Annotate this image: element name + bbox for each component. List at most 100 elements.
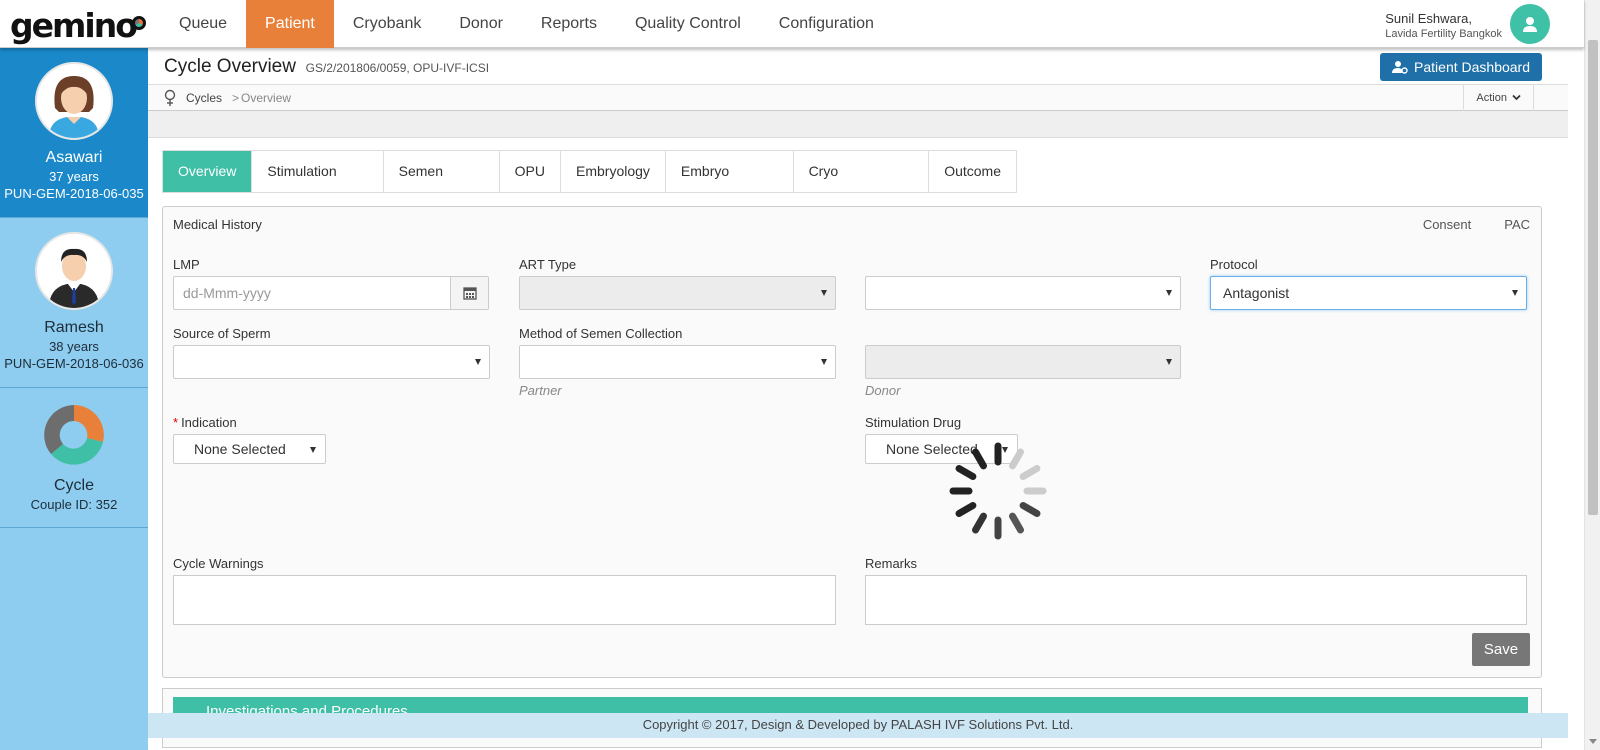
source-sperm-field: Source of Sperm bbox=[173, 326, 490, 379]
tab-embryology[interactable]: Embryology bbox=[561, 151, 666, 192]
consent-link[interactable]: Consent bbox=[1401, 217, 1482, 232]
source-sperm-select[interactable] bbox=[173, 345, 490, 379]
calendar-button[interactable] bbox=[450, 277, 488, 309]
action-dropdown[interactable]: Action bbox=[1463, 85, 1534, 111]
donor-method-select[interactable] bbox=[865, 345, 1181, 379]
medical-history-panel: Medical History Consent PAC LMP dd-Mmm-y… bbox=[162, 206, 1542, 678]
user-info[interactable]: Sunil Eshwara, Lavida Fertility Bangkok bbox=[1385, 11, 1502, 40]
page-scrollbar[interactable] bbox=[1584, 0, 1600, 750]
indication-multiselect[interactable]: None Selected bbox=[173, 434, 326, 464]
chevron-down-icon bbox=[1166, 359, 1172, 365]
chevron-down-icon bbox=[1166, 290, 1172, 296]
chevron-down-icon bbox=[821, 359, 827, 365]
lmp-placeholder: dd-Mmm-yyyy bbox=[183, 285, 271, 301]
user-avatar[interactable] bbox=[1510, 4, 1550, 44]
indication-value: None Selected bbox=[194, 441, 286, 457]
patient-sidebar: Asawari 37 years PUN-GEM-2018-06-035 Ram… bbox=[0, 48, 148, 750]
user-icon bbox=[1523, 17, 1537, 32]
stim-drug-field: Stimulation Drug None Selected bbox=[865, 415, 1018, 464]
action-label: Action bbox=[1476, 92, 1507, 104]
art-type-label: ART Type bbox=[519, 257, 577, 272]
nav-queue[interactable]: Queue bbox=[160, 0, 246, 48]
protocol-value: Antagonist bbox=[1223, 285, 1290, 301]
protocol-select[interactable]: Antagonist bbox=[1210, 276, 1527, 310]
indication-field: * Indication None Selected bbox=[173, 415, 326, 464]
panel-links: Consent PAC bbox=[1401, 217, 1541, 232]
pac-link[interactable]: PAC bbox=[1482, 217, 1541, 232]
save-button[interactable]: Save bbox=[1472, 633, 1530, 666]
cycle-warnings-textarea[interactable] bbox=[173, 575, 836, 625]
tab-semen-details[interactable]: Semen Details bbox=[384, 151, 500, 220]
tab-stimulation-chart[interactable]: Stimulation Chart bbox=[252, 151, 384, 220]
required-marker: * bbox=[173, 415, 179, 430]
breadcrumb-overview: Overview bbox=[241, 91, 292, 105]
source-sperm-label: Source of Sperm bbox=[173, 326, 271, 341]
remarks-field: Remarks bbox=[865, 556, 1527, 625]
patient-dashboard-button[interactable]: Patient Dashboard bbox=[1380, 53, 1542, 81]
cycle-card[interactable]: Cycle Couple ID: 352 bbox=[0, 388, 148, 528]
male-patient-card[interactable]: Ramesh 38 years PUN-GEM-2018-06-036 bbox=[0, 218, 148, 388]
protocol-label: Protocol bbox=[1210, 257, 1258, 272]
cycle-tabs: Overview Stimulation Chart Semen Details… bbox=[162, 150, 1017, 220]
chevron-down-icon bbox=[1002, 447, 1008, 453]
user-settings-icon bbox=[1392, 61, 1408, 74]
male-avatar-icon bbox=[35, 232, 113, 310]
cycle-warnings-label: Cycle Warnings bbox=[173, 556, 264, 571]
nav-patient[interactable]: Patient bbox=[246, 0, 334, 48]
indication-label: Indication bbox=[181, 415, 237, 430]
nav-quality-control[interactable]: Quality Control bbox=[616, 0, 760, 48]
main-nav: Queue Patient Cryobank Donor Reports Qua… bbox=[160, 0, 893, 48]
nav-donor[interactable]: Donor bbox=[440, 0, 522, 48]
female-patient-card[interactable]: Asawari 37 years PUN-GEM-2018-06-035 bbox=[0, 48, 148, 218]
tab-embryo-transfer[interactable]: Embryo Transfer bbox=[666, 151, 794, 220]
breadcrumb-cycles[interactable]: Cycles bbox=[186, 91, 222, 105]
lmp-field: LMP dd-Mmm-yyyy bbox=[173, 257, 489, 310]
cycle-donut-icon bbox=[44, 405, 104, 465]
breadcrumb-bar: Cycles > Overview Action bbox=[148, 84, 1568, 111]
semen-method-label: Method of Semen Collection bbox=[519, 326, 683, 341]
art-subtype-select[interactable] bbox=[865, 276, 1181, 310]
chevron-down-icon bbox=[1512, 94, 1521, 101]
breadcrumb-separator: > bbox=[232, 91, 240, 105]
tab-cryo-preservation[interactable]: Cryo Preservation bbox=[794, 151, 930, 220]
medical-history-heading: Medical History Consent PAC bbox=[163, 207, 1541, 243]
toolbar-strip bbox=[148, 111, 1568, 138]
semen-method-select[interactable] bbox=[519, 345, 836, 379]
remarks-label: Remarks bbox=[865, 556, 918, 571]
chevron-down-icon bbox=[475, 359, 481, 365]
chevron-down-icon bbox=[821, 290, 827, 296]
breadcrumb: Cycles > Overview bbox=[164, 89, 291, 107]
tab-overview[interactable]: Overview bbox=[163, 151, 253, 192]
art-subtype-field bbox=[865, 257, 1181, 310]
tab-opu[interactable]: OPU bbox=[500, 151, 561, 192]
page-subtitle: GS/2/201806/0059, OPU-IVF-ICSI bbox=[305, 61, 490, 75]
art-type-select[interactable] bbox=[519, 276, 836, 310]
couple-id: Couple ID: 352 bbox=[30, 497, 118, 512]
partner-hint: Partner bbox=[519, 383, 562, 398]
nav-reports[interactable]: Reports bbox=[522, 0, 616, 48]
user-org: Lavida Fertility Bangkok bbox=[1385, 28, 1502, 40]
patient-dashboard-label: Patient Dashboard bbox=[1414, 59, 1530, 75]
donor-method-field: Donor bbox=[865, 326, 1181, 398]
male-patient-age: 38 years bbox=[49, 339, 99, 354]
male-patient-name: Ramesh bbox=[44, 319, 104, 336]
top-navbar: gemino Queue Patient Cryobank Donor Repo… bbox=[0, 0, 1584, 48]
footer: Copyright © 2017, Design & Developed by … bbox=[148, 713, 1568, 738]
app-logo[interactable]: gemino bbox=[10, 6, 146, 45]
female-patient-name: Asawari bbox=[45, 149, 103, 166]
scrollbar-thumb[interactable] bbox=[1588, 40, 1598, 515]
tab-outcome[interactable]: Outcome bbox=[929, 151, 1016, 192]
medical-history-title: Medical History bbox=[173, 217, 262, 232]
lmp-date-input[interactable]: dd-Mmm-yyyy bbox=[173, 276, 489, 310]
protocol-field: Protocol Antagonist bbox=[1210, 257, 1527, 310]
nav-configuration[interactable]: Configuration bbox=[760, 0, 893, 48]
scroll-down-arrow-icon[interactable] bbox=[1589, 739, 1597, 744]
chevron-down-icon bbox=[310, 447, 316, 453]
nav-cryobank[interactable]: Cryobank bbox=[334, 0, 440, 48]
calendar-icon bbox=[462, 287, 477, 300]
page-title: Cycle Overview bbox=[164, 56, 296, 77]
remarks-textarea[interactable] bbox=[865, 575, 1527, 625]
stim-drug-multiselect[interactable]: None Selected bbox=[865, 434, 1018, 464]
female-patient-age: 37 years bbox=[49, 169, 99, 184]
donor-hint: Donor bbox=[865, 383, 901, 398]
